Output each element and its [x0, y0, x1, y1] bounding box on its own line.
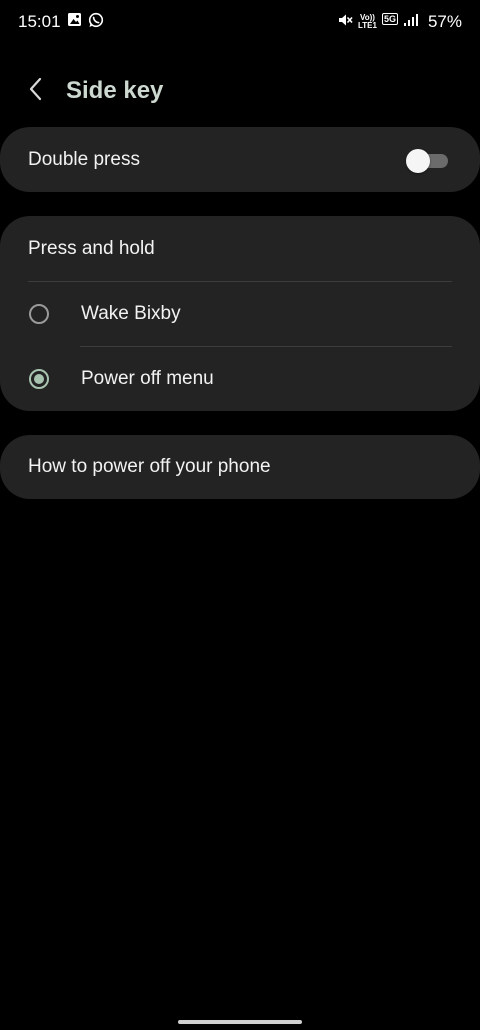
whatsapp-icon [88, 12, 104, 33]
volte-indicator: Vo)) LTE1 [358, 14, 377, 30]
back-button[interactable] [20, 71, 52, 111]
signal-icon [403, 12, 419, 32]
double-press-toggle[interactable] [406, 148, 450, 173]
gallery-icon [67, 12, 82, 32]
double-press-label: Double press [28, 148, 140, 170]
page-title: Side key [66, 77, 164, 104]
how-to-power-off-label: How to power off your phone [28, 456, 271, 477]
radio-button-wake-bixby[interactable] [29, 303, 49, 324]
mute-icon [337, 12, 353, 33]
network-type: 5G [381, 13, 398, 25]
app-header: Side key [20, 66, 163, 116]
press-and-hold-header: Press and hold [28, 216, 155, 281]
chevron-left-icon [29, 77, 43, 106]
battery-level: 57% [427, 12, 462, 31]
how-to-power-off-link[interactable]: How to power off your phone [0, 435, 480, 499]
option-label: Power off menu [81, 367, 214, 389]
home-indicator[interactable] [178, 1020, 302, 1024]
status-time: 15:01 [18, 12, 61, 31]
option-wake-bixby[interactable]: Wake Bixby [0, 281, 480, 346]
press-and-hold-heading: Press and hold [28, 237, 155, 259]
status-left: 15:01 [18, 12, 104, 33]
toggle-knob [406, 148, 430, 173]
option-power-off-menu[interactable]: Power off menu [0, 346, 480, 411]
press-and-hold-card: Press and hold Wake Bixby Power off menu [0, 216, 480, 411]
lte-label: LTE1 [357, 21, 377, 30]
radio-button-power-off-menu[interactable] [29, 368, 49, 389]
status-right: Vo)) LTE1 5G 57% [337, 12, 462, 33]
double-press-row[interactable]: Double press [0, 127, 480, 192]
option-label: Wake Bixby [81, 302, 181, 324]
status-bar: 15:01 Vo)) LTE1 5G 57% [0, 0, 480, 44]
